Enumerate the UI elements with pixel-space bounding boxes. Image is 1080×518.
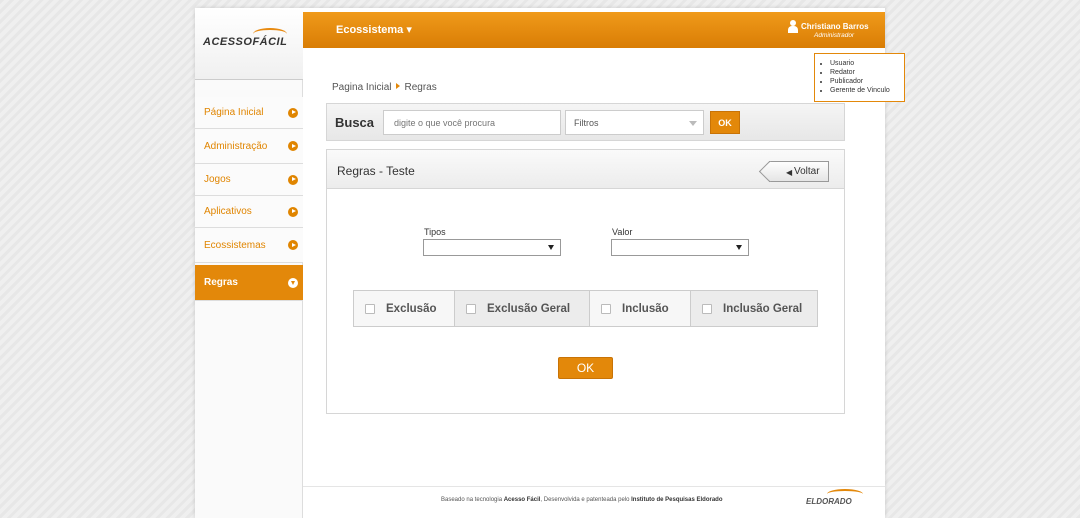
panel-ok-button[interactable]: OK (558, 357, 613, 379)
tipos-select[interactable] (423, 239, 561, 256)
back-button[interactable]: ◀ Voltar (769, 161, 829, 182)
footer-text-prefix: Baseado na tecnologia (441, 497, 504, 503)
breadcrumb-current: Regras (404, 82, 437, 93)
search-bar: Busca Filtros OK (326, 103, 845, 141)
user-menu-item-usuario[interactable]: Usuario (830, 59, 904, 68)
breadcrumb-separator-icon (396, 83, 401, 89)
breadcrumb-home[interactable]: Pagina Inicial (332, 82, 391, 93)
checkbox-inclusao[interactable]: Inclusão (590, 291, 691, 326)
top-bar: Ecossistema ▾ Christiano Barros Administ… (303, 12, 885, 48)
arrow-left-icon: ◀ (786, 168, 793, 177)
footer-text: Baseado na tecnologia Acesso Fácil, Dese… (441, 497, 723, 503)
footer-brand: Acesso Fácil (503, 497, 541, 503)
user-menu-item-redator[interactable]: Redator (830, 68, 904, 77)
filter-select-value: Filtros (574, 118, 599, 128)
sidebar-item-label: Aplicativos (204, 206, 252, 217)
search-ok-button[interactable]: OK (710, 111, 740, 134)
sidebar-item-label: Regras (204, 277, 238, 288)
checkbox-label: Exclusão (386, 302, 437, 315)
checkbox-icon (365, 303, 375, 314)
logo-text: ACESSOFÁCIL (203, 36, 288, 48)
back-button-label: Voltar (794, 166, 820, 177)
breadcrumb: Pagina Inicial Regras (332, 82, 437, 93)
eldorado-logo: ELDORADO (806, 497, 852, 506)
panel-title: Regras - Teste (337, 164, 415, 178)
valor-label: Valor (612, 227, 633, 237)
chevron-right-icon (288, 240, 298, 250)
sidebar-item-administracao[interactable]: Administração (195, 129, 303, 164)
checkbox-label: Exclusão Geral (487, 302, 571, 315)
sidebar-item-label: Página Inicial (204, 107, 264, 118)
user-menu-item-publicador[interactable]: Publicador (830, 77, 904, 86)
chevron-right-icon (288, 174, 298, 185)
chevron-down-icon (689, 121, 697, 126)
sidebar-item-label: Jogos (204, 174, 231, 185)
checkbox-icon (466, 303, 476, 314)
ecossistema-menu[interactable]: Ecossistema ▾ (336, 23, 412, 36)
chevron-right-icon (288, 206, 298, 217)
user-name[interactable]: Christiano Barros (801, 22, 869, 31)
sidebar-item-label: Administração (204, 140, 268, 152)
rules-panel: Regras - Teste ◀ Voltar Tipos Valor Excl… (326, 149, 845, 414)
sidebar-item-pagina-inicial[interactable]: Página Inicial (195, 97, 303, 129)
valor-select[interactable] (611, 239, 749, 256)
sidebar-item-ecossistemas[interactable]: Ecossistemas (195, 228, 303, 263)
sidebar-nav: Página Inicial Administração Jogos Aplic… (195, 90, 303, 301)
chevron-down-icon (736, 245, 742, 250)
panel-header: Regras - Teste ◀ Voltar (327, 150, 844, 189)
filter-select[interactable]: Filtros (565, 110, 704, 135)
rule-type-checkboxes: Exclusão Exclusão Geral Inclusão Inclusã… (353, 290, 818, 327)
checkbox-exclusao-geral[interactable]: Exclusão Geral (455, 291, 590, 326)
sidebar: ACESSOFÁCIL Página Inicial Administração… (195, 8, 303, 518)
chevron-down-icon (548, 245, 554, 250)
logo-box[interactable]: ACESSOFÁCIL (195, 8, 303, 80)
footer-institute: Instituto de Pesquisas Eldorado (631, 497, 723, 503)
user-menu-item-gerente[interactable]: Gerente de Vinculo (830, 86, 904, 95)
search-input[interactable] (383, 110, 561, 135)
search-label: Busca (335, 115, 375, 130)
checkbox-inclusao-geral[interactable]: Inclusão Geral (691, 291, 817, 326)
checkbox-label: Inclusão (622, 302, 669, 315)
footer: Baseado na tecnologia Acesso Fácil, Dese… (303, 486, 885, 518)
chevron-down-icon (288, 277, 298, 288)
sidebar-item-regras[interactable]: Regras (195, 265, 303, 301)
checkbox-label: Inclusão Geral (723, 302, 803, 315)
sidebar-item-aplicativos[interactable]: Aplicativos (195, 196, 303, 228)
user-role: Administrador (814, 32, 855, 39)
sidebar-item-jogos[interactable]: Jogos (195, 164, 303, 196)
user-icon (788, 20, 798, 33)
sidebar-item-label: Ecossistemas (204, 239, 266, 251)
checkbox-icon (702, 303, 712, 314)
checkbox-icon (601, 303, 611, 314)
user-menu-dropdown: Usuario Redator Publicador Gerente de Vi… (814, 53, 905, 102)
chevron-right-icon (288, 107, 298, 118)
checkbox-exclusao[interactable]: Exclusão (354, 291, 455, 326)
chevron-right-icon (288, 141, 298, 151)
tipos-label: Tipos (424, 227, 446, 237)
app-window: ACESSOFÁCIL Página Inicial Administração… (195, 8, 905, 518)
footer-text-middle: , Desenvolvida e patenteada pelo (540, 497, 632, 503)
